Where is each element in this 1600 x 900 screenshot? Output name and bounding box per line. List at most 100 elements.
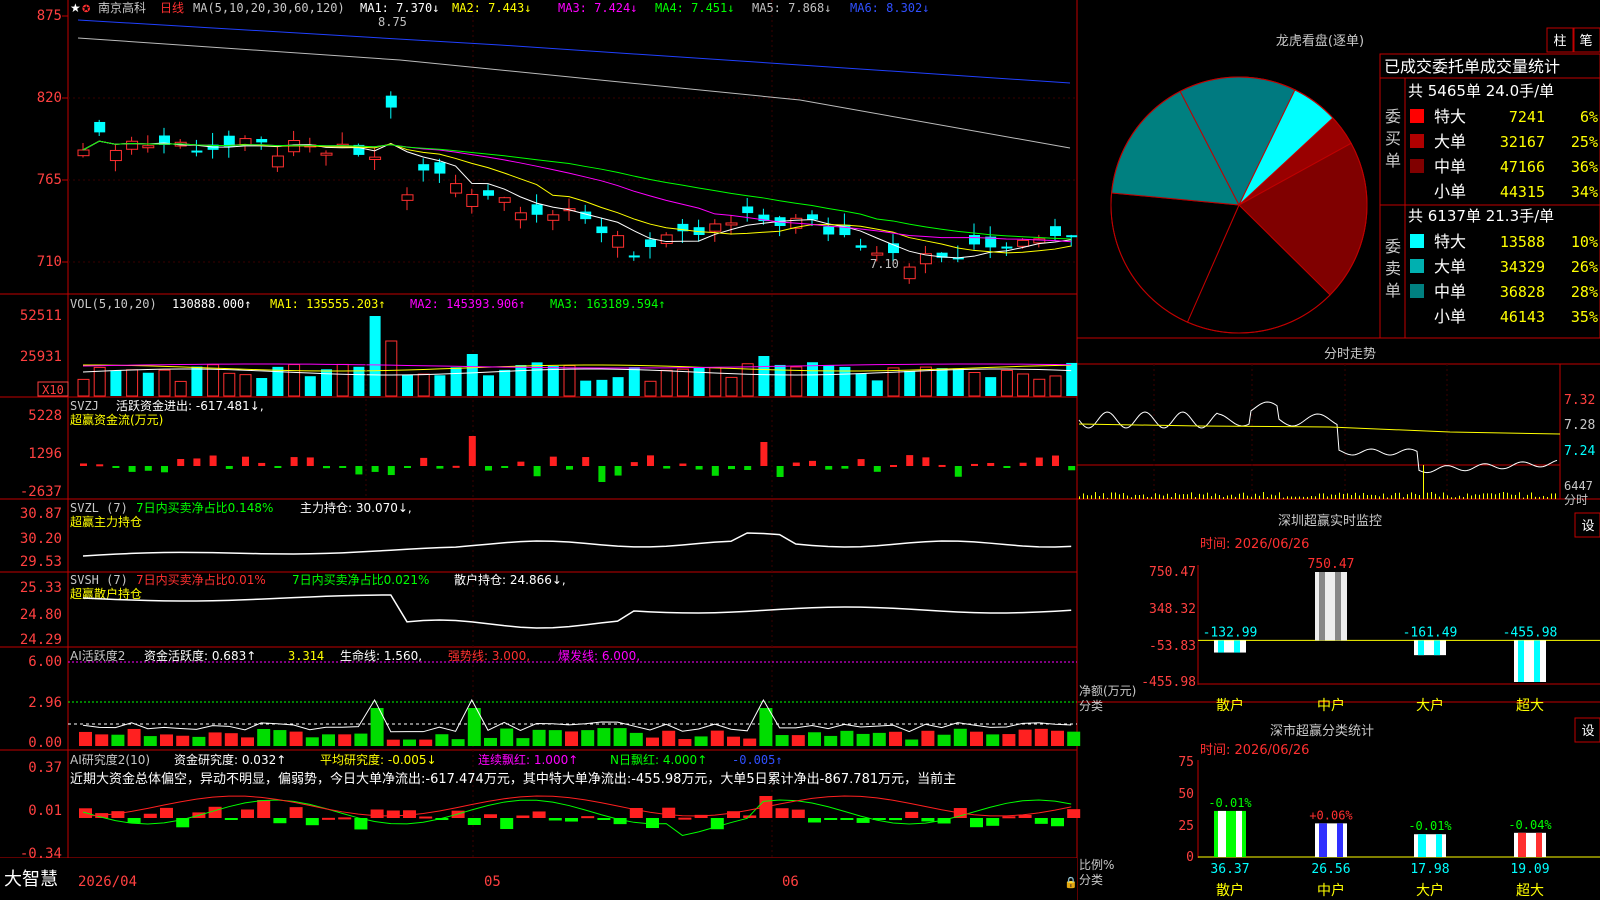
intraday-volume-tick xyxy=(1251,496,1252,499)
money-flow-bar xyxy=(760,442,768,466)
buy-side-label: 委 xyxy=(1385,107,1401,126)
buy-side-label: 单 xyxy=(1385,151,1401,170)
candlestick xyxy=(903,266,916,280)
buy-row-value: 47166 xyxy=(1500,158,1545,176)
money-flow-bar xyxy=(420,457,428,466)
sell-color-swatch xyxy=(1410,234,1424,248)
candlestick xyxy=(709,223,722,232)
vol-axis-label: 52511 xyxy=(20,308,62,324)
intraday-volume-tick xyxy=(1347,493,1348,499)
vol-value: 130888.000↑ xyxy=(172,297,251,311)
intraday-volume-tick xyxy=(1127,495,1128,499)
candlestick xyxy=(256,138,268,143)
szcls-bar-stripe xyxy=(1236,810,1242,857)
money-flow-bar xyxy=(1019,462,1027,466)
research-bar xyxy=(856,818,870,823)
volume-bar xyxy=(304,376,316,396)
buy-row-pct: 36% xyxy=(1571,158,1598,176)
volume-bar xyxy=(239,374,252,397)
ma4-value: MA4: 7.451↓ xyxy=(655,1,734,15)
alert-icon[interactable]: ✪ xyxy=(82,4,90,15)
money-flow-bar xyxy=(371,466,379,472)
volume-bar xyxy=(142,372,154,396)
szcls-bar-stripe xyxy=(1218,810,1226,857)
szrt-value-label: -132.99 xyxy=(1203,625,1258,640)
sell-row-pct: 35% xyxy=(1571,308,1598,326)
sell-row-name: 特大 xyxy=(1434,232,1466,251)
research-bar xyxy=(467,818,481,825)
intraday-volume-tick xyxy=(1379,496,1380,499)
money-flow-bar xyxy=(112,466,120,468)
activity-bar xyxy=(127,728,141,746)
activity-bar xyxy=(241,737,254,746)
intraday-volume-tick xyxy=(1275,495,1276,499)
research-bar xyxy=(986,818,1000,826)
money-flow-bar xyxy=(971,463,978,466)
money-flow-bar xyxy=(274,466,282,468)
money-flow-bar xyxy=(258,462,266,466)
ai-active-text4: 强势线: 3.000, xyxy=(448,649,530,663)
research-bar xyxy=(840,818,854,820)
ai-active-text3: 生命线: 1.560, xyxy=(340,648,422,663)
date-label-june: 06 xyxy=(782,874,799,890)
candlestick xyxy=(628,255,640,258)
research-bar xyxy=(824,818,838,820)
volume-bar xyxy=(709,367,722,397)
intraday-volume-tick xyxy=(1479,494,1480,499)
money-flow-bar xyxy=(598,466,606,482)
activity-bar xyxy=(111,734,125,746)
szcls-bar-stripe xyxy=(1536,832,1542,857)
szrt-value-label: 750.47 xyxy=(1308,557,1355,572)
ai-active-label: AI活跃度2 xyxy=(70,648,125,663)
lock-icon[interactable]: 🔒 xyxy=(1064,876,1078,889)
intraday-price-line xyxy=(1078,401,1558,474)
high-price-mark: 8.75 xyxy=(378,15,407,29)
volume-bar xyxy=(110,370,122,396)
candlestick xyxy=(126,140,139,150)
activity-bar xyxy=(273,730,287,746)
activity-bar xyxy=(1034,728,1048,746)
activity-bar xyxy=(208,732,222,746)
candlestick xyxy=(547,214,560,221)
intraday-vol-label: 分时 xyxy=(1564,493,1588,507)
intraday-volume-tick xyxy=(1431,492,1432,499)
activity-bar xyxy=(1051,730,1064,746)
candlestick xyxy=(742,206,754,214)
intraday-volume-tick xyxy=(1171,496,1172,499)
szrt-category-label: 超大 xyxy=(1516,698,1544,714)
activity-bar xyxy=(613,728,627,746)
research-bar xyxy=(662,807,676,818)
szrt-category-label: 大户 xyxy=(1416,697,1444,714)
svzl-text1: 7日内买卖净占比0.148% xyxy=(136,500,273,515)
svzj-subtitle: 超赢资金流(万元) xyxy=(70,412,163,427)
volume-bar xyxy=(450,367,462,396)
intraday-volume-tick xyxy=(1311,495,1312,499)
intraday-volume-tick xyxy=(1335,494,1336,499)
money-flow-bar xyxy=(954,466,962,477)
szcls-bar-stripe xyxy=(1319,823,1327,857)
intraday-volume-tick xyxy=(1515,494,1516,499)
date-label-may: 05 xyxy=(484,874,501,890)
ai-active-text1: 资金活跃度: 0.683↑ xyxy=(144,648,256,663)
candlestick xyxy=(969,235,980,245)
activity-bar xyxy=(176,735,190,746)
ai-research-text3: 连续飘红: 1.000↑ xyxy=(478,752,578,767)
money-flow-bar xyxy=(128,466,136,472)
candlestick xyxy=(514,212,527,221)
svzj-axis-label: 5228 xyxy=(28,408,62,424)
money-flow-bar xyxy=(987,462,995,466)
money-flow-bar xyxy=(1035,457,1043,466)
intraday-volume-tick xyxy=(1099,496,1100,499)
intraday-volume-tick xyxy=(1147,496,1148,499)
activity-bar xyxy=(257,728,271,746)
szrt-bar-stripe xyxy=(1218,640,1224,653)
research-bar xyxy=(597,818,611,820)
svzj-axis-label: -2637 xyxy=(20,484,62,500)
intraday-volume-tick xyxy=(1103,493,1104,499)
intraday-volume-tick xyxy=(1091,495,1092,499)
favorite-star-icon[interactable]: ★ xyxy=(70,1,81,15)
ma-params: MA(5,10,20,30,60,120) xyxy=(193,1,345,15)
intraday-axis-label: 7.24 xyxy=(1564,444,1595,459)
intraday-volume-tick xyxy=(1327,496,1328,499)
research-bar xyxy=(305,818,319,826)
